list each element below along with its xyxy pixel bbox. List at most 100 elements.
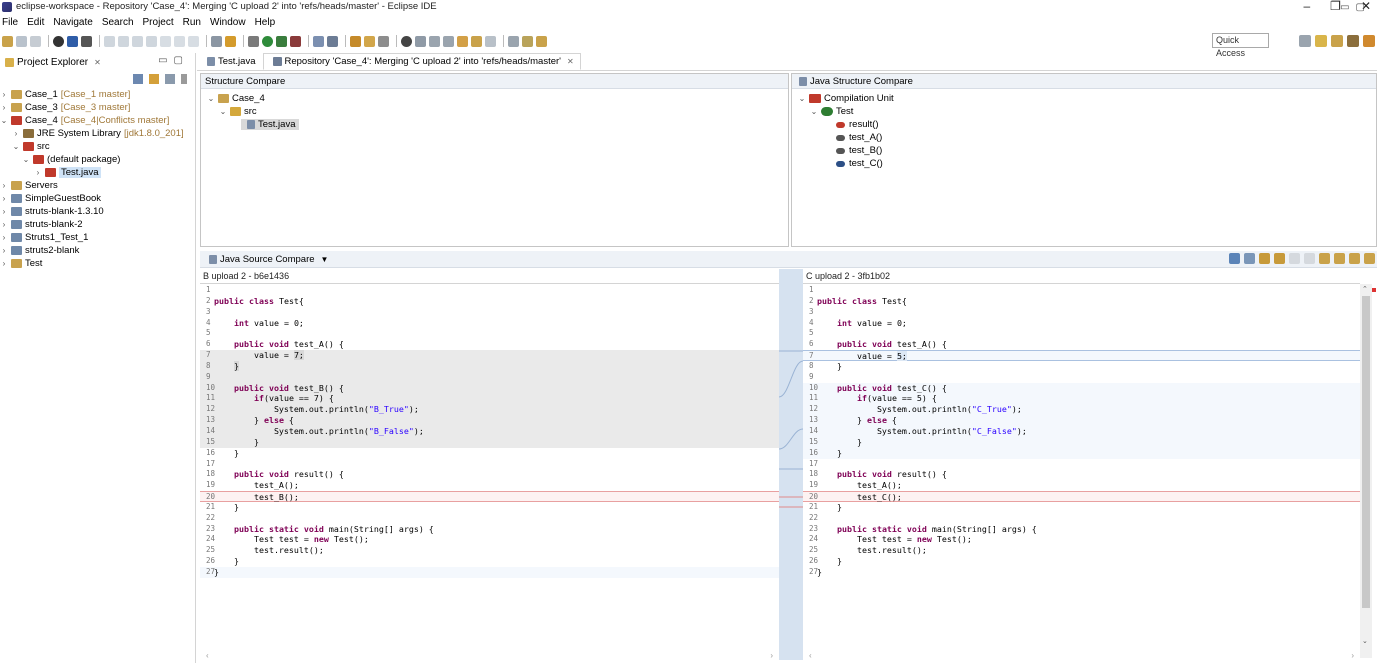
target-icon[interactable] xyxy=(53,35,64,47)
menu-file[interactable]: File xyxy=(2,17,18,28)
code-line[interactable]: 11 if(value == 5) { xyxy=(803,393,1360,405)
code-line[interactable]: 3 xyxy=(803,307,1360,318)
menu-window[interactable]: Window xyxy=(210,17,246,28)
tree-item-struts-blank-2[interactable]: › struts-blank-2 xyxy=(0,218,184,231)
code-line[interactable]: 26 } xyxy=(200,556,779,567)
open-console-icon[interactable] xyxy=(211,35,222,47)
view-minmax-controls[interactable]: ▭▢ xyxy=(158,55,189,66)
new-server-icon[interactable] xyxy=(313,35,324,47)
code-line[interactable]: 12 System.out.println("C_True"); xyxy=(803,404,1360,416)
tab-test-java[interactable]: Test.java xyxy=(197,53,263,70)
last-edit-icon[interactable] xyxy=(457,35,468,47)
code-line[interactable]: 25 test.result(); xyxy=(803,545,1360,556)
copy-right-icon[interactable] xyxy=(1289,253,1300,264)
annotation-icon[interactable] xyxy=(415,35,426,47)
chevron-right-icon[interactable]: › xyxy=(0,207,8,216)
disconnect-icon[interactable] xyxy=(146,35,157,47)
search-icon[interactable] xyxy=(378,35,389,47)
merge-tool-icon[interactable] xyxy=(522,35,533,47)
structure-item-compilation-unit[interactable]: ⌄ Compilation Unit xyxy=(792,92,1376,105)
structure-item-result[interactable]: result() xyxy=(792,118,1376,131)
scrollbar-thumb[interactable] xyxy=(1362,296,1370,608)
suspend-icon[interactable] xyxy=(118,35,129,47)
git-sync-icon[interactable] xyxy=(536,35,547,47)
chevron-right-icon[interactable]: › xyxy=(12,129,20,138)
code-line[interactable]: 24 Test test = new Test(); xyxy=(803,534,1360,545)
previous-change-icon[interactable] xyxy=(1334,253,1345,264)
chevron-right-icon[interactable]: › xyxy=(0,233,8,242)
code-line[interactable]: 1 xyxy=(803,285,1360,296)
tree-item-simpleguestbook[interactable]: › SimpleGuestBook xyxy=(0,192,184,205)
menu-edit[interactable]: Edit xyxy=(27,17,44,28)
code-line[interactable]: 10 public void test_C() { xyxy=(803,382,1360,394)
back-icon[interactable] xyxy=(471,35,482,47)
chevron-right-icon[interactable]: › xyxy=(0,220,8,229)
menu-help[interactable]: Help xyxy=(255,17,276,28)
chevron-down-icon[interactable]: ⌄ xyxy=(12,142,20,151)
resume-icon[interactable] xyxy=(104,35,115,47)
tree-item-struts1-test-1[interactable]: › Struts1_Test_1 xyxy=(0,231,184,244)
previous-difference-icon[interactable] xyxy=(1349,253,1360,264)
code-line[interactable]: 27} xyxy=(200,566,779,578)
right-compare-pane[interactable]: C upload 2 - 3fb1b02 1 2 public class Tes… xyxy=(803,269,1360,660)
code-line[interactable]: 11 if(value == 7) { xyxy=(200,393,779,405)
tree-item-case-3[interactable]: › Case_3 [Case_3 master] xyxy=(0,101,184,114)
code-line[interactable]: 21 } xyxy=(803,502,1360,513)
left-horizontal-scrollbar[interactable]: ‹ › xyxy=(200,650,779,660)
menu-navigate[interactable]: Navigate xyxy=(53,17,92,28)
terminate-icon[interactable] xyxy=(132,35,143,47)
tree-item-case-1[interactable]: › Case_1 [Case_1 master] xyxy=(0,88,184,101)
editor-minmax-controls[interactable]: ▭▢ xyxy=(1340,2,1371,13)
quick-access-field[interactable]: Quick Access xyxy=(1212,33,1269,58)
code-line[interactable]: 19 test_A(); xyxy=(803,480,1360,491)
tree-item-servers[interactable]: › Servers xyxy=(0,179,184,192)
new-java-class-icon[interactable] xyxy=(327,35,338,47)
code-line[interactable]: 15 } xyxy=(803,436,1360,448)
code-line[interactable]: 15 } xyxy=(200,436,779,448)
step-into-icon[interactable] xyxy=(160,35,171,47)
menu-run[interactable]: Run xyxy=(183,17,201,28)
conflict-overview-marker[interactable] xyxy=(1372,288,1376,292)
step-over-icon[interactable] xyxy=(174,35,185,47)
code-line[interactable]: 13 } else { xyxy=(200,415,779,426)
scroll-down-icon[interactable]: ⌄ xyxy=(1362,637,1368,645)
previous-annotation-icon[interactable] xyxy=(443,35,454,47)
structure-item-test-a[interactable]: test_A() xyxy=(792,131,1376,144)
open-perspective-icon[interactable] xyxy=(1299,35,1311,47)
code-line[interactable]: 18 public void result() { xyxy=(200,469,779,480)
code-line[interactable]: 14 System.out.println("B_False"); xyxy=(200,425,779,437)
right-horizontal-scrollbar[interactable]: ‹ › xyxy=(803,650,1360,660)
code-line[interactable]: 23 public static void main(String[] args… xyxy=(803,524,1360,535)
code-line[interactable]: 7 value = 5; xyxy=(803,350,1360,362)
filter-icon[interactable] xyxy=(165,74,175,84)
code-line[interactable]: 7 value = 7; xyxy=(200,350,779,361)
code-line[interactable]: 20 test_B(); xyxy=(200,491,779,502)
git-perspective-icon[interactable] xyxy=(1363,35,1375,47)
code-line[interactable]: 2 public class Test{ xyxy=(200,296,779,307)
java-perspective-icon[interactable] xyxy=(1331,35,1343,47)
chevron-down-icon[interactable]: ⌄ xyxy=(207,94,215,103)
tree-item-test-java[interactable]: › Test.java xyxy=(0,166,184,179)
code-line[interactable]: 16 } xyxy=(803,447,1360,459)
code-line[interactable]: 22 xyxy=(200,513,779,524)
structure-item-class-test[interactable]: ⌄ Test xyxy=(792,105,1376,118)
structure-item-src[interactable]: ⌄ src xyxy=(201,105,788,118)
skip-breakpoints-icon[interactable] xyxy=(81,35,92,47)
structure-item-test-java[interactable]: Test.java xyxy=(201,118,788,131)
structure-item-test-c[interactable]: test_C() xyxy=(792,157,1376,170)
show-ancestor-icon[interactable] xyxy=(1244,253,1255,264)
code-line[interactable]: 19 test_A(); xyxy=(200,480,779,491)
tree-item-test[interactable]: › Test xyxy=(0,257,184,270)
code-line[interactable]: 6 public void test_A() { xyxy=(803,339,1360,350)
open-task-icon[interactable] xyxy=(364,35,375,47)
chevron-down-icon[interactable]: ⌄ xyxy=(22,155,30,164)
code-line[interactable]: 3 xyxy=(200,307,779,318)
code-line[interactable]: 6 public void test_A() { xyxy=(200,339,779,350)
tree-item-struts2-blank[interactable]: › struts2-blank xyxy=(0,244,184,257)
right-vertical-scrollbar[interactable] xyxy=(1360,284,1372,658)
run-icon[interactable] xyxy=(262,35,273,47)
code-line[interactable]: 9 xyxy=(200,371,779,383)
code-line[interactable]: 1 xyxy=(200,285,779,296)
chevron-down-icon[interactable]: ⌄ xyxy=(810,107,818,116)
code-line[interactable]: 10 public void test_B() { xyxy=(200,382,779,394)
